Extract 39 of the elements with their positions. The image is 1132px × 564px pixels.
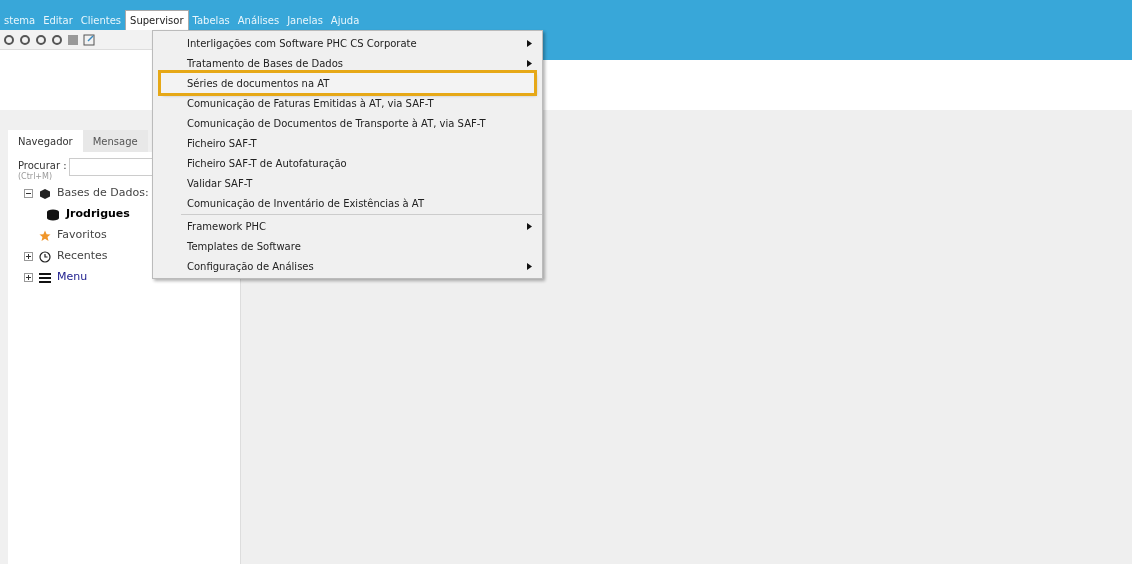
panel-tab[interactable]: Mensage [82, 130, 148, 152]
tree-node-label[interactable]: Favoritos [57, 227, 107, 244]
menu-bar-item[interactable]: Supervisor [125, 10, 189, 30]
submenu-arrow-icon [527, 39, 532, 47]
star-icon [39, 229, 51, 242]
dropdown-entry[interactable]: Framework PHC [153, 216, 542, 236]
cube-icon [39, 187, 51, 200]
edit-icon[interactable] [83, 33, 95, 46]
dropdown-entry[interactable]: Ficheiro SAF-T [153, 133, 542, 153]
database-icon [46, 208, 60, 221]
refresh-icon[interactable] [35, 33, 47, 46]
dropdown-entry[interactable]: Comunicação de Faturas Emitidas à AT, via SAF-T [153, 93, 542, 113]
dropdown-entry[interactable]: Configuração de Análises [153, 256, 542, 276]
shortcut-hint: (Ctrl+M) [18, 173, 54, 181]
expand-toggle-icon[interactable] [24, 273, 33, 282]
dropdown-entry[interactable]: Comunicação de Inventário de Existências à AT [153, 193, 542, 213]
refresh-icon[interactable] [19, 33, 31, 46]
refresh-icon[interactable] [51, 33, 63, 46]
submenu-arrow-icon [527, 59, 532, 67]
dropdown-entry[interactable]: Comunicação de Documentos de Transporte à AT, via SAF-T [153, 113, 542, 133]
clock-icon [39, 250, 51, 263]
dropdown-entry[interactable]: Templates de Software [153, 236, 542, 256]
menu-icon [39, 272, 51, 283]
dropdown-entry[interactable]: Tratamento de Bases de Dados [153, 53, 542, 73]
tree-node-label[interactable]: Menu [57, 269, 88, 286]
search-label: Procurar : [18, 159, 67, 172]
expand-toggle-icon[interactable] [24, 252, 33, 261]
submenu-arrow-icon [527, 262, 532, 270]
tree-node-label[interactable]: Bases de Dados: [57, 185, 149, 202]
refresh-icon[interactable] [3, 33, 15, 46]
panel-tab[interactable]: Navegador [8, 130, 83, 152]
tree-node-label[interactable]: Recentes [57, 248, 108, 265]
dropdown-entry[interactable]: Validar SAF-T [153, 173, 542, 193]
dropdown-entry[interactable]: Interligações com Software PHC CS Corporate [153, 33, 542, 53]
collapse-toggle-icon[interactable] [24, 189, 33, 198]
dropdown-entry[interactable]: Ficheiro SAF-T de Autofaturação [153, 153, 542, 173]
dropdown-entry[interactable]: Séries de documentos na AT [161, 73, 534, 93]
tree-node-label[interactable]: Jrodrigues [66, 206, 130, 223]
submenu-arrow-icon [527, 222, 532, 230]
